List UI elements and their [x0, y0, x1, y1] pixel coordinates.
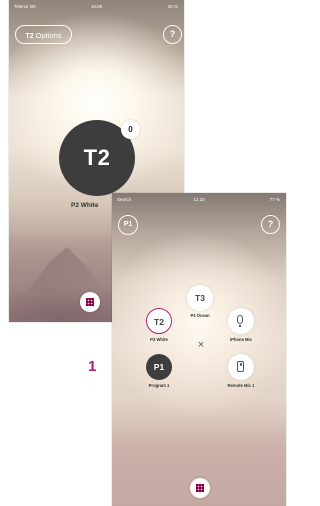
help-button[interactable]: ?	[163, 25, 182, 44]
status-bar: Search 12.33 77 %	[112, 193, 286, 207]
program-t3-button[interactable]: T3	[187, 285, 213, 311]
remote-mic-dot-icon	[239, 363, 242, 366]
microphone-icon	[237, 315, 243, 324]
iphone-mic-button[interactable]	[228, 308, 254, 334]
battery-text: 30 %	[167, 4, 178, 9]
program-p1-label: Program 1	[148, 383, 170, 388]
microphone-stand-icon	[239, 325, 241, 327]
close-icon[interactable]: ×	[195, 339, 207, 351]
program-t3-label: P4 Ocean	[190, 313, 210, 318]
menu-grid-button[interactable]	[80, 292, 100, 312]
grid-icon	[196, 484, 204, 492]
program-p1-button[interactable]: P1	[146, 354, 172, 380]
current-program-badge[interactable]: P1	[118, 215, 138, 235]
remote-mic-button[interactable]	[228, 354, 254, 380]
help-button[interactable]: ?	[261, 215, 280, 234]
remote-mic-label: Remote Mic 1	[227, 383, 255, 388]
battery-text: 77 %	[269, 197, 280, 202]
program-t2-button[interactable]: T2	[146, 308, 172, 334]
options-button[interactable]: T2 Options	[15, 25, 72, 44]
grid-icon	[86, 298, 94, 306]
program-t2-label: P2 White	[150, 337, 168, 342]
step-number: 1	[88, 358, 97, 375]
t2-badge-icon: T2	[25, 33, 34, 40]
iphone-mic-label: iPhone Mic	[229, 337, 253, 342]
menu-grid-button[interactable]	[190, 478, 210, 498]
clock-text: 10.00	[90, 4, 103, 9]
program-count-badge: 0	[121, 120, 140, 139]
options-label: Options	[35, 31, 62, 40]
status-bar: Telenor DK 10.00 30 %	[9, 0, 184, 14]
clock-text: 12.33	[193, 197, 205, 202]
